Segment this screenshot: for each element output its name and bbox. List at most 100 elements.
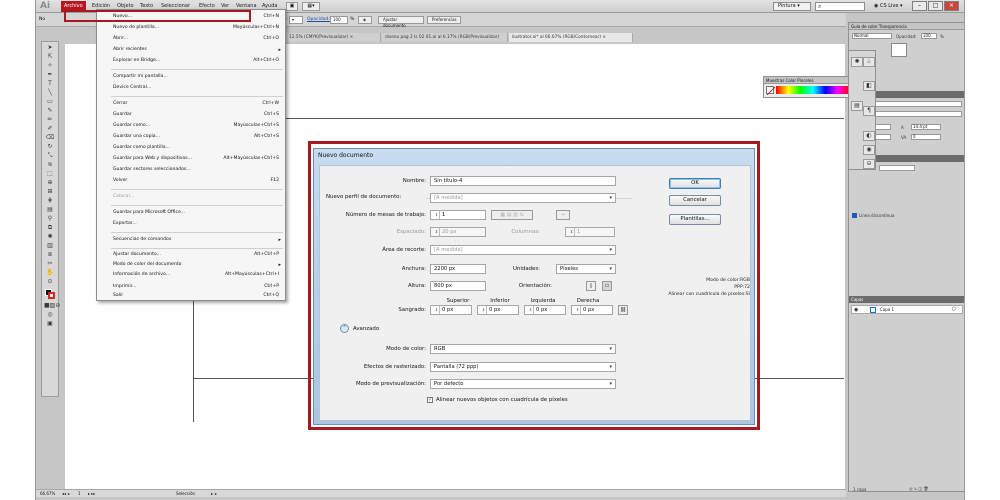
layers-actions-icons[interactable]: ◎ ↳ ◫ 🗑 [909, 486, 929, 491]
menu-item-guardar-como[interactable]: Guardar como... Mayúsculas+Ctrl+S [97, 121, 285, 131]
slice-tool-icon[interactable]: ✂ [44, 260, 56, 267]
color-panel-tabs[interactable]: Muestras Color Pinceles [764, 77, 852, 84]
artboard-nav-prev-icon[interactable]: ◂◂ ◂ [62, 491, 69, 496]
leading-input[interactable]: 14.4 pt [911, 124, 941, 130]
blend-tool-icon[interactable]: ⧉ [44, 224, 56, 231]
blend-mode-select[interactable]: Normal [852, 33, 892, 39]
menu-item-explorar-bridge[interactable]: Explorar en Bridge... Alt+Ctrl+O [97, 56, 285, 66]
type-tool-icon[interactable]: T [44, 80, 56, 87]
tab-document-2[interactable]: diseno pag 2 ls 02 01.ai al 6.17% (RGB/P… [382, 33, 508, 49]
gradient-icon[interactable]: ◐ [863, 131, 875, 141]
menu-item-guardar-office[interactable]: Guardar para Microsoft Office... [97, 208, 285, 218]
align-icon[interactable]: ▤ [851, 101, 863, 111]
appearance-icon[interactable]: ◧ [863, 81, 875, 91]
menu-item-guardar-copia[interactable]: Guardar una copia... Alt+Ctrl+S [97, 132, 285, 142]
scale-tool-icon[interactable]: ⤡ [44, 152, 56, 159]
warp-tool-icon[interactable]: ≋ [44, 161, 56, 168]
menu-item-modo-color[interactable]: Modo de color del documento ▸ [97, 260, 285, 270]
brushes-icon[interactable]: ✺ [851, 57, 863, 67]
arrange-documents-icon[interactable]: ▦▾ [302, 2, 320, 11]
none-swatch-icon[interactable] [766, 86, 775, 95]
target-icon[interactable]: ○ [952, 306, 956, 312]
style-select[interactable]: ▾ [289, 16, 303, 24]
column-graph-tool-icon[interactable]: ▥ [44, 242, 56, 249]
recolor-icon[interactable]: ◈ [358, 16, 372, 24]
menu-item-salir[interactable]: Salir Ctrl+Q [97, 291, 285, 301]
maximize-icon[interactable]: □ [928, 1, 943, 11]
opacity-input[interactable]: 100 [330, 16, 348, 24]
tracking-input[interactable]: 0 [911, 134, 941, 140]
links-icon[interactable]: ⊝ [863, 159, 875, 169]
color-mode-buttons-icon[interactable]: ■▨⊘ [44, 302, 60, 309]
preferences-button[interactable]: Preferencias [427, 16, 461, 24]
rotate-tool-icon[interactable]: ↻ [44, 143, 56, 150]
menu-item-device-central[interactable]: Device Central... [97, 83, 285, 93]
menu-item-cerrar[interactable]: Cerrar Ctrl+W [97, 99, 285, 109]
zoom-tool-icon[interactable]: ⊙ [44, 278, 56, 285]
draw-mode-icon[interactable]: ◎ [44, 311, 56, 318]
menu-item-guardar-plantilla[interactable]: Guardar como plantilla... [97, 143, 285, 153]
menu-item-compartir-pantalla[interactable]: Compartir mi pantalla... [97, 72, 285, 82]
layer-row[interactable]: ◉ Capa 1 ○ [851, 305, 963, 314]
free-transform-tool-icon[interactable]: ⬚ [44, 170, 56, 177]
dash-checkbox-icon[interactable] [852, 213, 857, 218]
line-tool-icon[interactable]: ╲ [44, 89, 56, 96]
status-menu-icon[interactable]: ▸ ◂ [211, 491, 216, 496]
opacity-mask-thumbnail[interactable] [891, 43, 907, 57]
symbol-sprayer-tool-icon[interactable]: ✺ [44, 233, 56, 240]
workspace-switcher[interactable]: Pintura ▾ [773, 2, 811, 11]
menu-item-guardar[interactable]: Guardar Ctrl+S [97, 110, 285, 120]
selection-tool-icon[interactable]: ➤ [44, 44, 56, 51]
close-icon[interactable]: × [350, 35, 354, 40]
document-setup-button[interactable]: Ajustar documento [378, 16, 424, 28]
paintbrush-tool-icon[interactable]: ✎ [44, 107, 56, 114]
help-search-input[interactable]: ⌕ [815, 2, 865, 11]
menu-item-exportar[interactable]: Exportar... [97, 219, 285, 229]
zoom-level[interactable]: 66.67% [40, 491, 55, 496]
close-icon[interactable]: × [602, 35, 606, 40]
stroke-weight-input[interactable] [879, 165, 915, 171]
artboard-tool-icon[interactable]: ⧈ [44, 251, 56, 258]
fill-stroke-swatch-icon[interactable] [44, 289, 56, 299]
layers-panel-title[interactable]: Capas [849, 296, 964, 303]
menu-item-abrir-recientes[interactable]: Abrir recientes ▸ [97, 45, 285, 55]
opacity-label[interactable]: Opacidad: [307, 17, 330, 22]
transparency-panel-tabs[interactable]: Guía de color Transparencia [849, 23, 964, 30]
stroke-icon[interactable]: ◉ [863, 145, 875, 155]
magic-wand-tool-icon[interactable]: ✧ [44, 62, 56, 69]
tab-document-1[interactable]: 12.5% (CMYK/Previsualizar) × [286, 33, 381, 42]
blob-brush-tool-icon[interactable]: ✐ [44, 125, 56, 132]
pen-tool-icon[interactable]: ✒ [44, 71, 56, 78]
visibility-icon[interactable]: ◉ [854, 307, 858, 313]
pencil-tool-icon[interactable]: ✏ [44, 116, 56, 123]
color-spectrum[interactable] [776, 86, 850, 94]
cs-live-menu[interactable]: ◉ CS Live ▾ [874, 3, 903, 9]
direct-selection-tool-icon[interactable]: ⇱ [44, 53, 56, 60]
perspective-grid-tool-icon[interactable]: ⊞ [44, 188, 56, 195]
artboard-number[interactable]: 1 [78, 491, 81, 496]
menu-item-secuencias[interactable]: Secuencias de comandos ▸ [97, 235, 285, 245]
layer-name[interactable]: Capa 1 [880, 307, 894, 312]
paragraph-icon[interactable]: ¶ [863, 106, 875, 116]
menu-item-abrir[interactable]: Abrir... Ctrl+O [97, 34, 285, 44]
eraser-tool-icon[interactable]: ⌫ [44, 134, 56, 141]
menu-item-volver[interactable]: Volver F12 [97, 176, 285, 186]
screen-mode-icon[interactable]: ▣ [44, 320, 56, 327]
close-icon[interactable]: × [944, 1, 959, 11]
artboard-nav-next-icon[interactable]: ▸ ▸▸ [88, 491, 95, 496]
rectangle-tool-icon[interactable]: ▭ [44, 98, 56, 105]
bridge-icon[interactable]: ▣ [286, 2, 298, 11]
minimize-icon[interactable]: – [912, 1, 927, 11]
menu-item-guardar-web[interactable]: Guardar para Web y dispositivos... Alt+Ma… [97, 154, 285, 164]
menu-item-info-archivo[interactable]: Información de archivo... Alt+Mayúsculas+… [97, 270, 285, 280]
shape-builder-tool-icon[interactable]: ⊕ [44, 179, 56, 186]
hand-tool-icon[interactable]: ✋ [44, 269, 56, 276]
gradient-tool-icon[interactable]: ▤ [44, 206, 56, 213]
menu-item-nuevo-plantilla[interactable]: Nuevo de plantilla... Mayúsculas+Ctrl+N [97, 23, 285, 33]
menu-item-ajustar-documento[interactable]: Ajustar documento... Alt+Ctrl+P [97, 250, 285, 260]
transparency-opacity-input[interactable]: 100 [921, 33, 937, 39]
menu-item-guardar-sectores[interactable]: Guardar sectores seleccionados... [97, 165, 285, 175]
tab-document-3[interactable]: ilustrator.ai* al 66.67% (RGB/Contornear… [509, 33, 633, 42]
eyedropper-tool-icon[interactable]: ⚲ [44, 215, 56, 222]
mesh-tool-icon[interactable]: ⋕ [44, 197, 56, 204]
